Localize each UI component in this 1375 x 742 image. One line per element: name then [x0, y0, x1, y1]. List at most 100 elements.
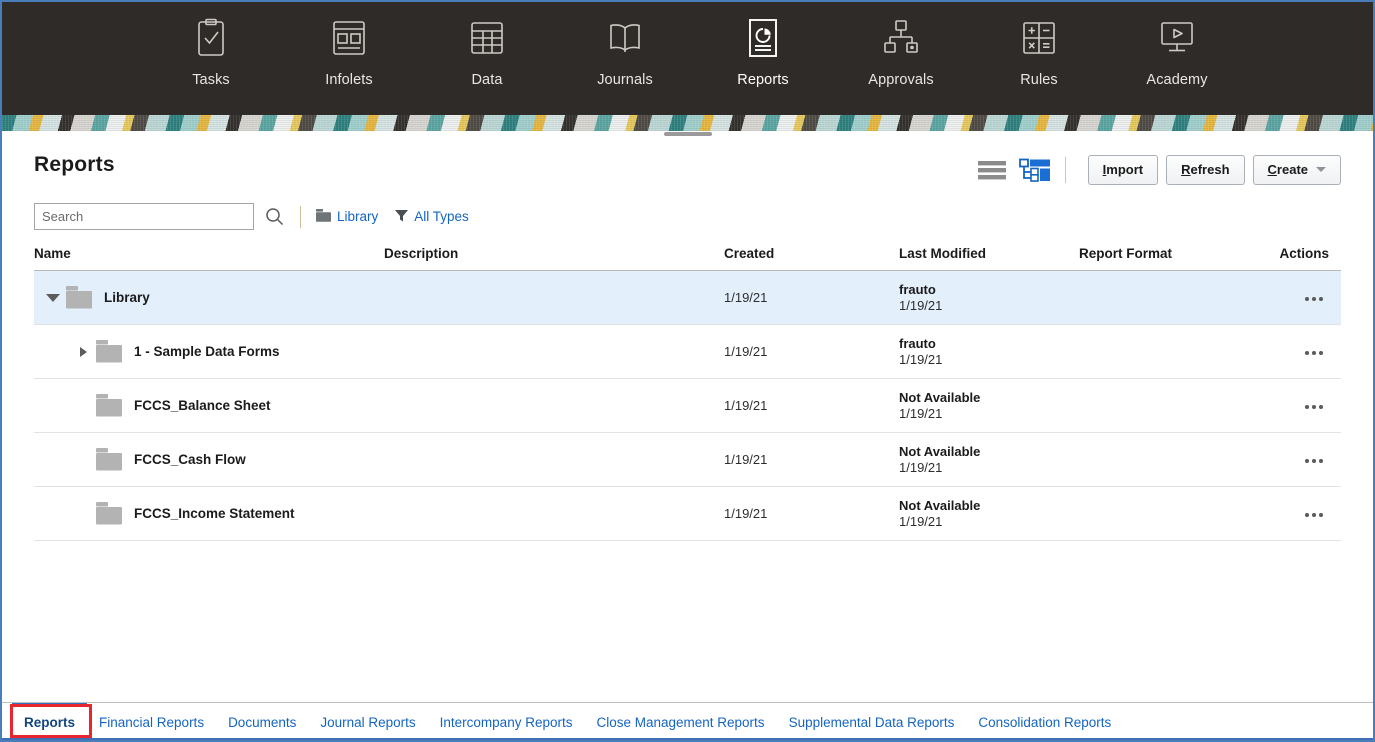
book-icon: [604, 16, 646, 60]
row-expand-toggle[interactable]: [72, 346, 94, 357]
search-input[interactable]: [34, 203, 254, 230]
reports-chart-icon: [742, 16, 784, 60]
nav-item-rules[interactable]: Rules: [970, 16, 1108, 88]
table-row[interactable]: 1 - Sample Data Forms 1/19/21 frauto 1/1…: [34, 325, 1341, 379]
page-title: Reports: [34, 153, 115, 176]
nav-item-label: Reports: [737, 72, 789, 88]
row-created-cell: 1/19/21: [724, 506, 768, 521]
row-created-cell: 1/19/21: [724, 398, 768, 413]
search-filter-row: Library All Types: [2, 185, 1373, 230]
column-header-actions[interactable]: Actions: [1279, 246, 1341, 261]
refresh-button[interactable]: Refresh: [1166, 155, 1245, 185]
chevron-right-icon: [79, 346, 87, 357]
tab-supplemental-data-reports[interactable]: Supplemental Data Reports: [777, 703, 967, 738]
nav-item-journals[interactable]: Journals: [556, 16, 694, 88]
list-view-icon[interactable]: [977, 159, 1007, 181]
column-header-last-modified[interactable]: Last Modified: [899, 246, 1079, 261]
row-name-label: 1 - Sample Data Forms: [134, 344, 280, 359]
infolets-icon: [328, 16, 370, 60]
row-created-cell: 1/19/21: [724, 290, 768, 305]
row-name-cell: FCCS_Cash Flow: [34, 446, 384, 473]
row-actions-cell: [1279, 450, 1341, 469]
filter-chip-library-label: Library: [337, 209, 379, 224]
import-button-label: Import: [1102, 162, 1144, 177]
tab-financial-reports[interactable]: Financial Reports: [87, 703, 216, 738]
tab-intercompany-reports[interactable]: Intercompany Reports: [428, 703, 585, 738]
view-switcher: [977, 158, 1051, 182]
folder-icon: [94, 392, 124, 419]
table-header-row: Name Description Created Last Modified Repor…: [34, 246, 1341, 271]
row-last-modified-cell: frauto 1/19/21: [899, 336, 1079, 368]
tab-reports[interactable]: Reports: [12, 703, 88, 738]
more-actions-icon[interactable]: [1299, 453, 1329, 469]
row-last-modified-cell: Not Available 1/19/21: [899, 390, 1079, 422]
row-name-cell: Library: [34, 284, 384, 311]
row-collapse-toggle[interactable]: [42, 293, 64, 302]
tab-consolidation-reports[interactable]: Consolidation Reports: [966, 703, 1123, 738]
nav-item-approvals[interactable]: Approvals: [832, 16, 970, 88]
nav-item-label: Rules: [1020, 72, 1058, 88]
search-divider: [300, 205, 301, 228]
refresh-button-label: Refresh: [1181, 162, 1230, 177]
filter-chip-all-types-label: All Types: [414, 209, 469, 224]
create-button-label: Create: [1267, 162, 1308, 177]
tree-view-icon[interactable]: [1018, 158, 1051, 182]
more-actions-icon[interactable]: [1299, 345, 1329, 361]
row-modified-date: 1/19/21: [899, 405, 943, 421]
table-row[interactable]: Library 1/19/21 frauto 1/19/21: [34, 271, 1341, 325]
nav-item-reports[interactable]: Reports: [694, 16, 832, 88]
rules-calculator-icon: [1018, 16, 1060, 60]
folder-icon: [94, 338, 124, 365]
row-name-label: FCCS_Income Statement: [134, 506, 295, 521]
row-modified-date: 1/19/21: [899, 351, 943, 367]
folder-icon: [315, 208, 332, 226]
nav-item-label: Approvals: [868, 72, 934, 88]
row-modified-date: 1/19/21: [899, 297, 943, 313]
folder-icon: [64, 284, 94, 311]
create-button[interactable]: Create: [1252, 155, 1341, 185]
tab-journal-reports[interactable]: Journal Reports: [308, 703, 427, 738]
clipboard-check-icon: [190, 16, 232, 60]
column-header-created[interactable]: Created: [724, 246, 899, 261]
header-button-group: Import Refresh Create: [1080, 155, 1341, 185]
folder-icon: [94, 500, 124, 527]
tab-close-management-reports[interactable]: Close Management Reports: [584, 703, 776, 738]
nav-item-academy[interactable]: Academy: [1108, 16, 1246, 88]
tab-documents[interactable]: Documents: [216, 703, 308, 738]
more-actions-icon[interactable]: [1299, 507, 1329, 523]
global-navigation-bar: Tasks Infolets Data Journals Reports App…: [2, 2, 1373, 115]
column-header-description[interactable]: Description: [384, 246, 724, 261]
row-name-cell: FCCS_Balance Sheet: [34, 392, 384, 419]
nav-item-label: Infolets: [325, 72, 373, 88]
row-modified-date: 1/19/21: [899, 513, 943, 529]
search-icon[interactable]: [265, 207, 284, 226]
row-actions-cell: [1279, 288, 1341, 307]
more-actions-icon[interactable]: [1299, 399, 1329, 415]
academy-monitor-play-icon: [1156, 16, 1198, 60]
row-name-label: Library: [104, 290, 150, 305]
table-row[interactable]: FCCS_Balance Sheet 1/19/21 Not Available…: [34, 379, 1341, 433]
nav-item-data[interactable]: Data: [418, 16, 556, 88]
filter-chip-all-types[interactable]: All Types: [394, 208, 469, 226]
table-row[interactable]: FCCS_Cash Flow 1/19/21 Not Available 1/1…: [34, 433, 1341, 487]
nav-item-tasks[interactable]: Tasks: [142, 16, 280, 88]
import-button[interactable]: Import: [1087, 155, 1159, 185]
band-grain-texture: [2, 115, 1373, 131]
row-modified-date: 1/19/21: [899, 459, 943, 475]
row-actions-cell: [1279, 504, 1341, 523]
toolbar-divider: [1064, 157, 1066, 183]
row-modified-by: frauto: [899, 335, 936, 351]
nav-item-label: Tasks: [192, 72, 230, 88]
column-header-report-format[interactable]: Report Format: [1079, 246, 1279, 261]
approvals-hierarchy-icon: [880, 16, 922, 60]
nav-item-label: Data: [471, 72, 503, 88]
bottom-tab-bar: Reports Financial Reports Documents Journal…: [2, 702, 1373, 740]
page-header: Reports Import Refresh Create: [2, 131, 1373, 185]
more-actions-icon[interactable]: [1299, 291, 1329, 307]
nav-item-infolets[interactable]: Infolets: [280, 16, 418, 88]
table-row[interactable]: FCCS_Income Statement 1/19/21 Not Availa…: [34, 487, 1341, 541]
filter-chip-library[interactable]: Library: [315, 208, 378, 226]
column-header-name[interactable]: Name: [34, 246, 384, 261]
row-actions-cell: [1279, 342, 1341, 361]
row-actions-cell: [1279, 396, 1341, 415]
